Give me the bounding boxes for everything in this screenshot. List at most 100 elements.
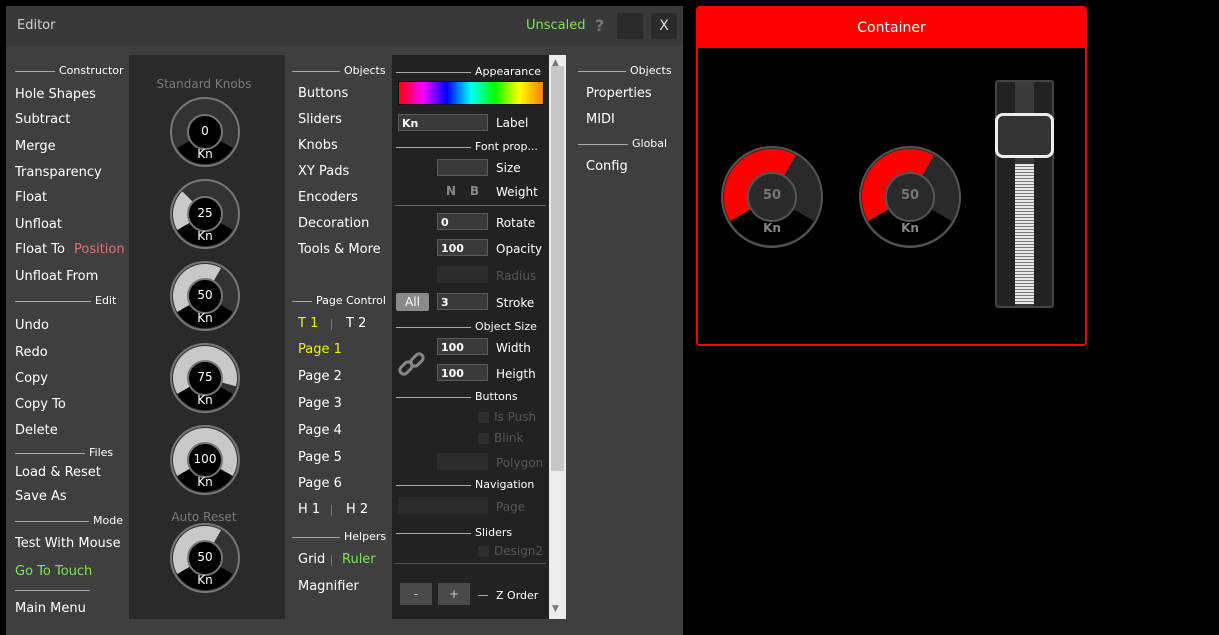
standard-knob[interactable]: 0 Kn <box>170 97 240 167</box>
knob-unit: Kn <box>197 393 213 407</box>
z-order-minus-button[interactable]: - <box>400 583 432 605</box>
menu-properties[interactable]: Properties <box>586 86 652 101</box>
menu-midi[interactable]: MIDI <box>586 112 615 127</box>
page-5[interactable]: Page 5 <box>298 450 342 465</box>
container-knob[interactable]: 50 Kn <box>859 146 961 248</box>
menu-save-as[interactable]: Save As <box>15 489 67 504</box>
stroke-all-button[interactable]: All <box>396 293 429 311</box>
close-button[interactable]: X <box>651 13 677 39</box>
section-objects: Objects <box>292 64 386 77</box>
menu-unfloat[interactable]: Unfloat <box>15 217 62 232</box>
polygon-input[interactable] <box>437 453 488 470</box>
rotate-label: Rotate <box>496 216 536 230</box>
page-2[interactable]: Page 2 <box>298 369 342 384</box>
stroke-label: Stroke <box>496 296 535 310</box>
radius-label: Radius <box>496 269 537 283</box>
page-3[interactable]: Page 3 <box>298 396 342 411</box>
knob-value: 25 <box>197 206 213 220</box>
divider <box>395 205 546 206</box>
page-6[interactable]: Page 6 <box>298 476 342 491</box>
objects-encoders[interactable]: Encoders <box>298 190 358 205</box>
standard-knob[interactable]: 50 Kn <box>170 261 240 331</box>
editor-window: Editor Unscaled ? X Constructor Hole Sha… <box>6 6 683 635</box>
fader-handle[interactable] <box>995 113 1054 158</box>
knob-value: 50 <box>900 188 920 203</box>
width-input[interactable]: 100 <box>437 338 488 355</box>
weight-normal-button[interactable]: N <box>446 184 456 198</box>
fader-slider[interactable] <box>995 80 1054 308</box>
objects-knobs[interactable]: Knobs <box>298 138 338 153</box>
knob-value: 75 <box>197 370 213 384</box>
menu-load-reset[interactable]: Load & Reset <box>15 465 101 480</box>
divider <box>331 555 332 566</box>
menu-float[interactable]: Float <box>15 190 47 205</box>
knob-unit: Kn <box>901 221 919 235</box>
opacity-input[interactable]: 100 <box>437 239 488 256</box>
tab-h2[interactable]: H 2 <box>346 502 368 517</box>
section-object-size: Object Size <box>396 320 537 333</box>
objects-tools-more[interactable]: Tools & More <box>298 242 381 257</box>
tab-t1[interactable]: T 1 <box>298 316 318 331</box>
help-icon[interactable]: ? <box>595 16 604 35</box>
z-order-label: Z Order <box>496 589 539 602</box>
rotate-input[interactable]: 0 <box>437 213 488 230</box>
menu-undo[interactable]: Undo <box>15 318 49 333</box>
menu-go-to-touch[interactable]: Go To Touch <box>15 564 92 579</box>
stroke-input[interactable]: 3 <box>437 293 488 310</box>
divider <box>478 595 488 596</box>
label-input[interactable]: Kn <box>398 114 488 131</box>
section-font-prop: Font prop... <box>396 140 538 153</box>
blink-checkbox[interactable] <box>478 433 489 444</box>
tab-t2[interactable]: T 2 <box>346 316 366 331</box>
menu-main-menu[interactable]: Main Menu <box>15 601 86 616</box>
helper-ruler[interactable]: Ruler <box>342 552 376 567</box>
tab-h1[interactable]: H 1 <box>298 502 320 517</box>
blank-button[interactable] <box>617 13 643 39</box>
radius-input[interactable] <box>437 266 488 283</box>
scrollbar-thumb[interactable] <box>551 66 564 471</box>
scroll-down-icon[interactable]: ▼ <box>552 604 559 614</box>
color-picker[interactable] <box>398 81 544 105</box>
menu-hole-shapes[interactable]: Hole Shapes <box>15 87 96 102</box>
menu-redo[interactable]: Redo <box>15 345 48 360</box>
page-1[interactable]: Page 1 <box>298 342 342 357</box>
section-edit: Edit <box>15 294 116 307</box>
design2-checkbox[interactable] <box>478 546 489 557</box>
page-input[interactable] <box>398 497 488 514</box>
helper-magnifier[interactable]: Magnifier <box>298 579 359 594</box>
menu-delete[interactable]: Delete <box>15 423 58 438</box>
menu-subtract[interactable]: Subtract <box>15 112 70 127</box>
polygon-label: Polygon <box>496 456 544 470</box>
menu-copy[interactable]: Copy <box>15 371 48 386</box>
menu-copy-to[interactable]: Copy To <box>15 397 66 412</box>
standard-knob[interactable]: 25 Kn <box>170 179 240 249</box>
design2-label: Design2 <box>494 544 544 558</box>
container-knob[interactable]: 50 Kn <box>721 146 823 248</box>
standard-knob[interactable]: 75 Kn <box>170 343 240 413</box>
is-push-checkbox[interactable] <box>478 412 489 423</box>
objects-decoration[interactable]: Decoration <box>298 216 369 231</box>
page-4[interactable]: Page 4 <box>298 423 342 438</box>
knob-value: 100 <box>193 452 217 466</box>
standard-knob[interactable]: 50 Kn <box>170 523 240 593</box>
knob-value: 50 <box>762 188 782 203</box>
height-input[interactable]: 100 <box>437 364 488 381</box>
link-icon[interactable] <box>397 350 427 384</box>
section-constructor: Constructor <box>15 64 124 77</box>
size-input[interactable] <box>437 159 488 176</box>
scale-toggle[interactable]: Unscaled <box>526 18 586 33</box>
objects-sliders[interactable]: Sliders <box>298 112 342 127</box>
menu-float-to[interactable]: Float To <box>15 242 65 257</box>
standard-knob[interactable]: 100 Kn <box>170 425 240 495</box>
z-order-plus-button[interactable]: + <box>438 583 470 605</box>
objects-buttons[interactable]: Buttons <box>298 86 348 101</box>
weight-bold-button[interactable]: B <box>470 184 479 198</box>
menu-position[interactable]: Position <box>74 242 125 257</box>
menu-merge[interactable]: Merge <box>15 139 56 154</box>
menu-config[interactable]: Config <box>586 159 628 174</box>
helper-grid[interactable]: Grid <box>298 552 325 567</box>
objects-xy-pads[interactable]: XY Pads <box>298 164 349 179</box>
menu-unfloat-from[interactable]: Unfloat From <box>15 269 98 284</box>
menu-test-with-mouse[interactable]: Test With Mouse <box>15 536 121 551</box>
menu-transparency[interactable]: Transparency <box>15 165 102 180</box>
